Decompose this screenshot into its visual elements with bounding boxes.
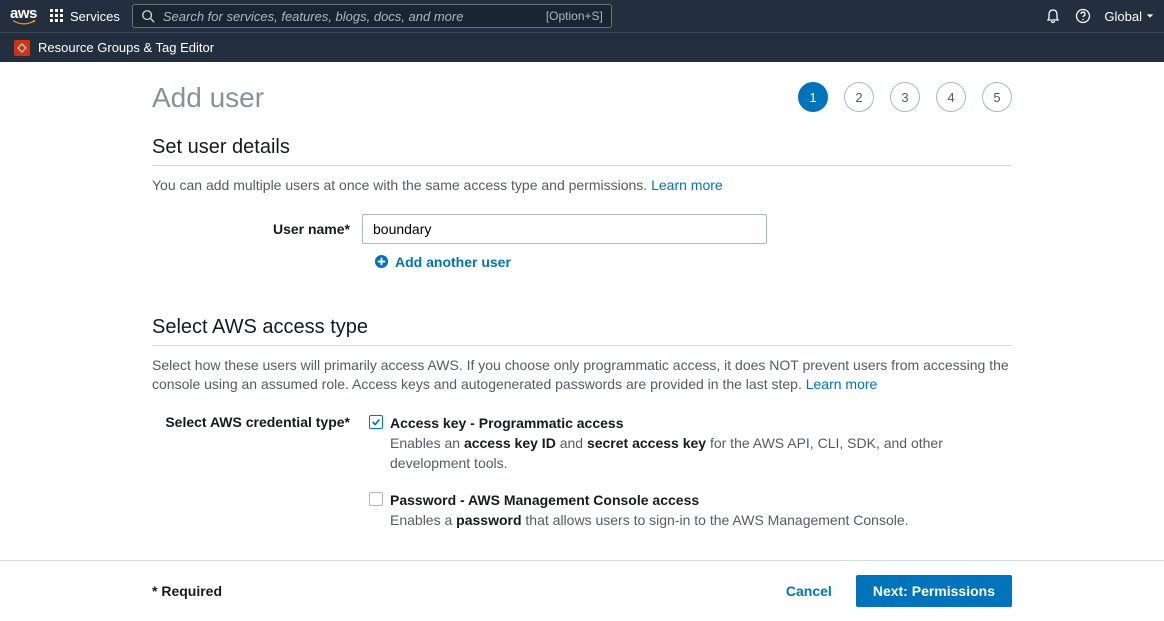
check-icon [371, 417, 381, 427]
access-key-title: Access key - Programmatic access [390, 413, 1012, 433]
wizard-step-2[interactable]: 2 [844, 82, 874, 112]
services-menu-button[interactable]: Services [50, 9, 120, 24]
section-access-type-title: Select AWS access type [152, 316, 1012, 346]
section-access-type-helper: Select how these users will primarily ac… [152, 356, 1012, 395]
access-key-option: Access key - Programmatic access Enables… [390, 413, 1012, 474]
cancel-button[interactable]: Cancel [786, 583, 832, 599]
caret-down-icon [1146, 12, 1154, 20]
wizard-step-4[interactable]: 4 [936, 82, 966, 112]
help-button[interactable] [1074, 7, 1092, 25]
password-option: Password - AWS Management Console access… [390, 490, 1012, 531]
section-user-details-helper: You can add multiple users at once with … [152, 176, 1012, 196]
required-note: * Required [152, 583, 222, 599]
password-title: Password - AWS Management Console access [390, 490, 1012, 510]
grid-icon [50, 9, 64, 23]
notifications-button[interactable] [1044, 7, 1062, 25]
username-input[interactable] [362, 214, 767, 244]
region-selector[interactable]: Global [1104, 9, 1154, 24]
resource-groups-link[interactable]: Resource Groups & Tag Editor [38, 40, 214, 55]
search-shortcut: [Option+S] [546, 9, 603, 23]
plus-circle-icon [374, 254, 389, 269]
wizard-step-3[interactable]: 3 [890, 82, 920, 112]
resource-groups-icon [14, 40, 30, 56]
aws-logo[interactable]: aws [10, 6, 38, 26]
credential-type-label: Select AWS credential type* [152, 413, 362, 474]
username-label: User name* [152, 221, 362, 237]
access-key-checkbox[interactable] [369, 415, 383, 429]
next-permissions-button[interactable]: Next: Permissions [856, 575, 1012, 607]
bell-icon [1045, 8, 1061, 24]
top-navbar: aws Services [Option+S] Global [0, 0, 1164, 32]
global-search[interactable]: [Option+S] [132, 4, 612, 28]
search-input[interactable] [163, 9, 538, 24]
learn-more-link-2[interactable]: Learn more [806, 376, 878, 392]
section-user-details-title: Set user details [152, 136, 1012, 166]
password-checkbox[interactable] [369, 492, 383, 506]
services-label: Services [70, 9, 120, 24]
wizard-steps: 1 2 3 4 5 [798, 82, 1012, 112]
page-title: Add user [152, 82, 264, 114]
search-icon [141, 9, 155, 23]
add-another-user-button[interactable]: Add another user [374, 254, 1012, 270]
learn-more-link[interactable]: Learn more [651, 177, 723, 193]
wizard-footer: * Required Cancel Next: Permissions [152, 561, 1012, 621]
wizard-step-1[interactable]: 1 [798, 82, 828, 112]
region-label: Global [1104, 9, 1142, 24]
service-navbar: Resource Groups & Tag Editor [0, 32, 1164, 62]
main-content: Add user 1 2 3 4 5 Set user details You … [0, 62, 1164, 621]
help-icon [1075, 8, 1091, 24]
wizard-step-5[interactable]: 5 [982, 82, 1012, 112]
add-another-user-label: Add another user [395, 254, 511, 270]
